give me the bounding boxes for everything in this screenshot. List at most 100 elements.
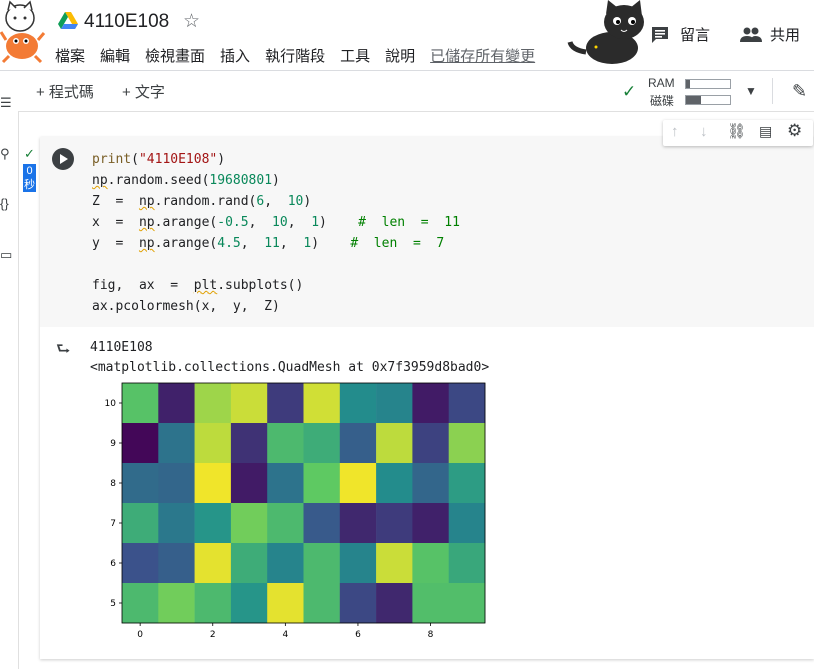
menu-tools[interactable]: 工具 bbox=[340, 45, 370, 66]
heatmap-cell bbox=[448, 543, 486, 584]
heatmap-cell bbox=[122, 543, 159, 584]
move-up-icon[interactable]: ↑ bbox=[671, 123, 679, 140]
heatmap-cell bbox=[267, 543, 304, 584]
heatmap-cell bbox=[448, 583, 486, 624]
comment-icon bbox=[652, 26, 668, 43]
heatmap-cell bbox=[230, 583, 268, 624]
heatmap-cell bbox=[158, 543, 195, 584]
y-tick-label: 6 bbox=[110, 559, 116, 569]
heatmap-cell bbox=[339, 463, 377, 504]
execution-time-value: 0秒 bbox=[24, 165, 35, 191]
cell-output: 4110E108 <matplotlib.collections.QuadMesh… bbox=[90, 338, 489, 378]
execution-success-icon: ✓ bbox=[24, 146, 35, 161]
y-tick-label: 10 bbox=[105, 399, 117, 409]
settings-gear-icon[interactable]: ⚙ bbox=[787, 121, 802, 141]
heatmap-cell bbox=[376, 423, 413, 464]
heatmap-cell bbox=[230, 383, 268, 424]
heatmap-cell bbox=[194, 583, 232, 624]
resources-dropdown-icon[interactable]: ▼ bbox=[745, 84, 757, 98]
heatmap-cell bbox=[448, 423, 486, 464]
files-icon[interactable]: ▭ bbox=[0, 247, 12, 263]
search-icon[interactable]: ⚲ bbox=[0, 146, 10, 162]
ram-usage-fill bbox=[686, 80, 690, 88]
table-of-contents-icon[interactable]: ☰ bbox=[0, 95, 12, 111]
heatmap-cell bbox=[303, 423, 341, 464]
notebook-title[interactable]: 4110E108 bbox=[84, 11, 169, 33]
heatmap-cell bbox=[267, 503, 304, 544]
heatmap-cell bbox=[158, 583, 195, 624]
people-icon bbox=[740, 27, 762, 42]
add-text-button[interactable]: + 文字 bbox=[122, 81, 165, 102]
crab-cat-logo-icon bbox=[0, 0, 46, 64]
star-icon[interactable]: ☆ bbox=[183, 10, 200, 33]
share-button[interactable]: 共用 bbox=[740, 24, 800, 45]
add-code-button[interactable]: + 程式碼 bbox=[36, 81, 94, 102]
code-line: np.random.seed(19680801) bbox=[92, 173, 280, 188]
share-label: 共用 bbox=[770, 27, 801, 44]
heatmap-cell bbox=[194, 543, 232, 584]
comment-button[interactable]: 留言 bbox=[650, 24, 710, 45]
menu-runtime[interactable]: 執行階段 bbox=[265, 45, 325, 66]
heatmap-cell bbox=[339, 423, 377, 464]
ram-usage-bar[interactable] bbox=[685, 79, 731, 89]
code-line: print("4110E108") bbox=[92, 152, 226, 167]
x-tick-label: 4 bbox=[282, 630, 288, 640]
toolbar-divider bbox=[772, 78, 773, 104]
heatmap-cell bbox=[194, 503, 232, 544]
x-tick-label: 2 bbox=[210, 630, 216, 640]
heatmap-cell bbox=[267, 463, 304, 504]
black-cat-mascot-icon bbox=[567, 0, 644, 64]
heatmap-cell bbox=[230, 543, 268, 584]
link-icon[interactable]: ⛓ bbox=[727, 122, 746, 140]
heatmap-cell bbox=[412, 463, 449, 504]
heatmap-cell bbox=[230, 423, 268, 464]
heatmap-cell bbox=[194, 463, 232, 504]
heatmap-cell bbox=[158, 463, 195, 504]
ram-label: RAM bbox=[648, 76, 675, 90]
heatmap-cell bbox=[303, 463, 341, 504]
y-tick-label: 8 bbox=[110, 479, 116, 489]
play-icon bbox=[60, 154, 68, 164]
heatmap-cell bbox=[267, 383, 304, 424]
move-down-icon[interactable]: ↓ bbox=[700, 123, 708, 140]
heatmap-cell bbox=[158, 503, 195, 544]
disk-usage-bar[interactable] bbox=[685, 95, 731, 105]
x-tick-label: 0 bbox=[137, 630, 143, 640]
saved-status-link[interactable]: 已儲存所有變更 bbox=[430, 45, 535, 66]
output-icon[interactable]: ⮑ bbox=[56, 338, 70, 365]
google-drive-icon[interactable] bbox=[58, 12, 78, 30]
heatmap-cell bbox=[303, 383, 341, 424]
heatmap-cell bbox=[303, 503, 341, 544]
menu-view[interactable]: 檢視畫面 bbox=[145, 45, 205, 66]
heatmap-cell bbox=[194, 383, 232, 424]
run-cell-button[interactable] bbox=[52, 148, 74, 170]
heatmap-cell bbox=[194, 423, 232, 464]
y-tick-label: 5 bbox=[110, 599, 116, 609]
code-line: ax.pcolormesh(x, y, Z) bbox=[92, 299, 280, 314]
heatmap-cell bbox=[267, 583, 304, 624]
code-line: x = np.arange(-0.5, 10, 1) # len = 11 bbox=[92, 215, 460, 230]
menu-bar: 檔案 編輯 檢視畫面 插入 執行階段 工具 說明 已儲存所有變更 bbox=[55, 45, 535, 66]
x-tick-label: 6 bbox=[355, 630, 361, 640]
heatmap-cell bbox=[339, 383, 377, 424]
connected-check-icon: ✓ bbox=[622, 82, 637, 101]
heatmap-cell bbox=[448, 383, 486, 424]
code-text[interactable]: print("4110E108") np.random.seed(19680801… bbox=[92, 149, 460, 317]
pencil-icon[interactable]: ✎ bbox=[792, 81, 807, 102]
heatmap-cell bbox=[376, 463, 413, 504]
heatmap-cell bbox=[158, 423, 195, 464]
heatmap-cell bbox=[412, 423, 449, 464]
heatmap-cell bbox=[412, 583, 449, 624]
heatmap-cell bbox=[122, 583, 159, 624]
menu-insert[interactable]: 插入 bbox=[220, 45, 250, 66]
menu-help[interactable]: 說明 bbox=[385, 45, 415, 66]
code-snippets-icon[interactable]: {} bbox=[0, 196, 9, 211]
menu-edit[interactable]: 編輯 bbox=[100, 45, 130, 66]
menu-file[interactable]: 檔案 bbox=[55, 45, 85, 66]
heatmap-cell bbox=[230, 463, 268, 504]
heatmap-cell bbox=[376, 503, 413, 544]
code-line: Z = np.random.rand(6, 10) bbox=[92, 194, 312, 209]
comment-cell-icon[interactable]: ▤ bbox=[759, 123, 772, 140]
heatmap-cell bbox=[412, 543, 449, 584]
